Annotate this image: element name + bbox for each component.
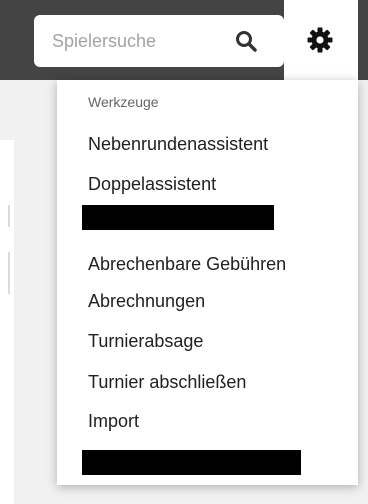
- search-icon[interactable]: [234, 29, 258, 53]
- menu-item-turnierabsage[interactable]: Turnierabsage: [88, 329, 203, 353]
- top-bar: [0, 0, 368, 80]
- search-input[interactable]: [52, 29, 222, 53]
- menu-item-import[interactable]: Import: [88, 409, 139, 433]
- menu-item-nebenrundenassistent[interactable]: Nebenrundenassistent: [88, 132, 268, 156]
- menu-item-abrechnungen[interactable]: Abrechnungen: [88, 289, 205, 313]
- background-divider: [8, 205, 10, 227]
- redacted-menu-item: [82, 450, 301, 475]
- menu-heading: Werkzeuge: [88, 94, 159, 110]
- background-divider: [8, 252, 10, 294]
- menu-item-abrechenbare-gebuehren[interactable]: Abrechenbare Gebühren: [88, 252, 286, 276]
- background-panel: [0, 140, 14, 504]
- menu-item-doppelassistent[interactable]: Doppelassistent: [88, 172, 216, 196]
- menu-item-turnier-abschliessen[interactable]: Turnier abschließen: [88, 370, 246, 394]
- settings-button[interactable]: [284, 0, 358, 80]
- player-search: [34, 15, 284, 67]
- redacted-menu-item: [82, 205, 274, 230]
- settings-dropdown: Werkzeuge Nebenrundenassistent Doppelass…: [57, 80, 358, 485]
- gear-icon: [306, 26, 334, 54]
